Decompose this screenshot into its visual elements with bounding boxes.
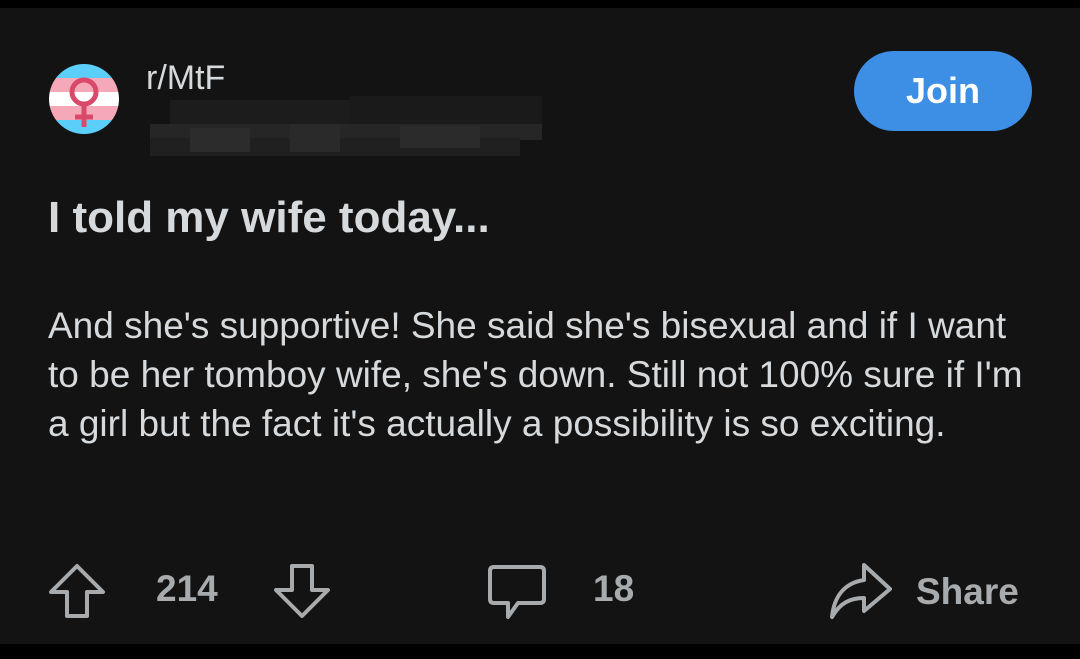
comment-count: 18 [593, 568, 635, 609]
upvote-button[interactable] [47, 561, 107, 621]
redacted-username [150, 94, 542, 162]
post-title[interactable]: I told my wife today... [48, 188, 490, 248]
arrow-down-icon [274, 564, 330, 618]
post-body: And she's supportive! She said she's bis… [48, 305, 1023, 444]
post-card[interactable]: r/MtF Join I told my wife today... And s… [0, 8, 1080, 644]
vote-count: 214 [156, 568, 218, 609]
comments-button[interactable] [486, 561, 548, 623]
trans-flag-female-symbol-icon [49, 64, 119, 134]
share-label: Share [916, 571, 1019, 612]
speech-bubble-icon [488, 565, 546, 619]
downvote-button[interactable] [272, 561, 332, 621]
join-button[interactable]: Join [854, 51, 1032, 131]
arrow-up-icon [49, 564, 105, 618]
subreddit-name[interactable]: r/MtF [146, 58, 225, 98]
share-arrow-icon [830, 563, 892, 619]
subreddit-avatar[interactable] [49, 64, 119, 134]
share-button[interactable]: Share [828, 561, 1019, 623]
